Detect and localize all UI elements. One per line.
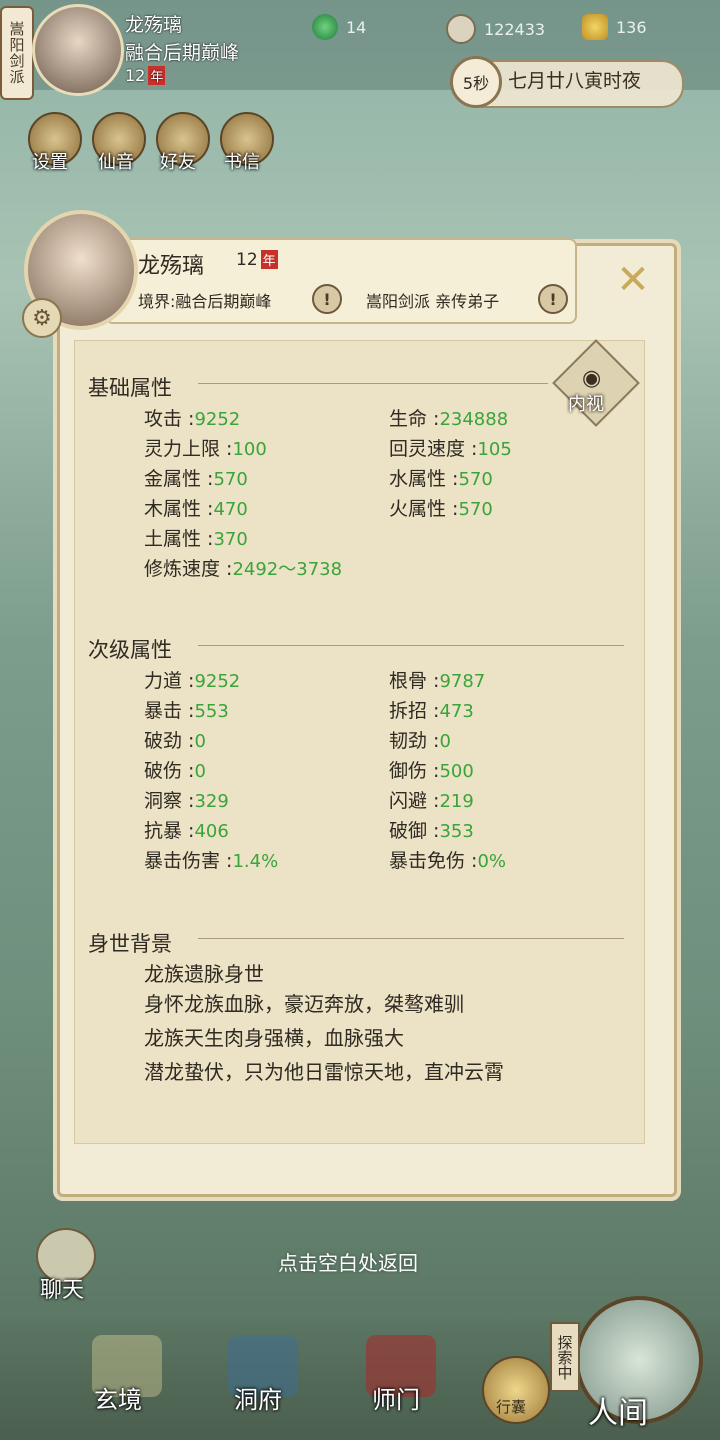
background-title: 身世背景 xyxy=(88,932,172,956)
music-label: 仙音 xyxy=(98,152,134,173)
friends-label: 好友 xyxy=(160,152,196,173)
game-time-text: 七月廿八寅时夜 xyxy=(508,70,642,92)
stat-crit: 暴击 :553 xyxy=(144,700,229,722)
resource-jade[interactable]: 14 xyxy=(312,14,366,40)
gear-icon[interactable]: ⚙ xyxy=(22,298,62,338)
background-line: 身怀龙族血脉，豪迈奔放，桀骜难驯 xyxy=(144,992,464,1016)
time-seconds: 5秒 xyxy=(450,56,502,108)
copper-coin-icon xyxy=(446,14,476,44)
realm-info-icon[interactable]: ! xyxy=(312,284,342,314)
resource-strength[interactable]: 136 xyxy=(582,14,647,40)
player-realm: 融合后期巅峰 xyxy=(125,42,240,64)
nav-dongfu[interactable]: 洞府 xyxy=(234,1380,282,1415)
stat-earth: 土属性 :370 xyxy=(144,528,248,550)
background-line: 龙族遗脉身世 xyxy=(144,962,264,986)
nav-xuanjing[interactable]: 玄境 xyxy=(94,1380,142,1415)
stat-dodge: 闪避 :219 xyxy=(389,790,474,812)
basic-attributes-title: 基础属性 xyxy=(88,376,172,400)
stat-mana-regen: 回灵速度 :105 xyxy=(389,438,512,460)
world-label: 人间 xyxy=(588,1396,648,1431)
player-name: 龙殇璃 xyxy=(125,14,183,36)
jade-leaf-icon xyxy=(312,14,338,40)
stat-metal: 金属性 :570 xyxy=(144,468,248,490)
stat-crit-damage: 暴击伤害 :1.4% xyxy=(144,850,279,872)
settings-label: 设置 xyxy=(32,152,68,173)
nav-shimen[interactable]: 师门 xyxy=(372,1380,420,1415)
character-name: 龙殇璃 xyxy=(138,254,205,279)
stat-pierce-damage: 破伤 :0 xyxy=(144,760,206,782)
close-icon[interactable]: ✕ xyxy=(610,257,656,303)
player-age: 12 年 xyxy=(125,66,166,85)
stat-damage-reduction: 御伤 :500 xyxy=(389,760,474,782)
resource-coin[interactable]: 122433 xyxy=(446,14,545,44)
inner-view-label: 内视 xyxy=(568,394,604,415)
section-divider xyxy=(198,938,624,939)
tap-to-return-hint[interactable]: 点击空白处返回 xyxy=(278,1247,418,1276)
stat-wood: 木属性 :470 xyxy=(144,498,248,520)
sect-info-icon[interactable]: ! xyxy=(538,284,568,314)
stat-hp: 生命 :234888 xyxy=(389,408,509,430)
stat-crit-damage-reduction: 暴击免伤 :0% xyxy=(389,850,507,872)
stat-attack: 攻击 :9252 xyxy=(144,408,241,430)
stat-mana-max: 灵力上限 :100 xyxy=(144,438,267,460)
bag-label: 行囊 xyxy=(496,1398,527,1416)
stat-constitution: 根骨 :9787 xyxy=(389,670,486,692)
stat-break-force: 破劲 :0 xyxy=(144,730,206,752)
stat-cultivation-speed: 修炼速度 :2492～3738 xyxy=(144,558,343,580)
stat-insight: 洞察 :329 xyxy=(144,790,229,812)
stat-toughness: 韧劲 :0 xyxy=(389,730,451,752)
section-divider xyxy=(198,645,624,646)
stat-water: 水属性 :570 xyxy=(389,468,493,490)
mail-label: 书信 xyxy=(224,152,260,173)
stat-crit-resist: 抗暴 :406 xyxy=(144,820,229,842)
sect-rank-label: 嵩阳剑派 亲传弟子 xyxy=(366,292,500,311)
stat-power: 力道 :9252 xyxy=(144,670,241,692)
strength-icon xyxy=(582,14,608,40)
eye-icon: ◉ xyxy=(582,366,602,391)
background-line: 潜龙蛰伏，只为他日雷惊天地，直冲云霄 xyxy=(144,1060,504,1084)
sect-badge[interactable]: 嵩阳剑派 xyxy=(0,6,34,100)
section-divider xyxy=(198,383,548,384)
stat-break-defense: 破御 :353 xyxy=(389,820,474,842)
character-age: 12 年 xyxy=(236,250,278,270)
stat-fire: 火属性 :570 xyxy=(389,498,493,520)
exploring-tag: 探索中 xyxy=(550,1322,580,1392)
background-line: 龙族天生肉身强横，血脉强大 xyxy=(144,1026,404,1050)
chat-label: 聊天 xyxy=(40,1278,85,1303)
secondary-attributes-title: 次级属性 xyxy=(88,638,172,662)
realm-label: 境界:融合后期巅峰 xyxy=(138,292,272,311)
stat-parry: 拆招 :473 xyxy=(389,700,474,722)
player-avatar[interactable] xyxy=(32,4,124,96)
